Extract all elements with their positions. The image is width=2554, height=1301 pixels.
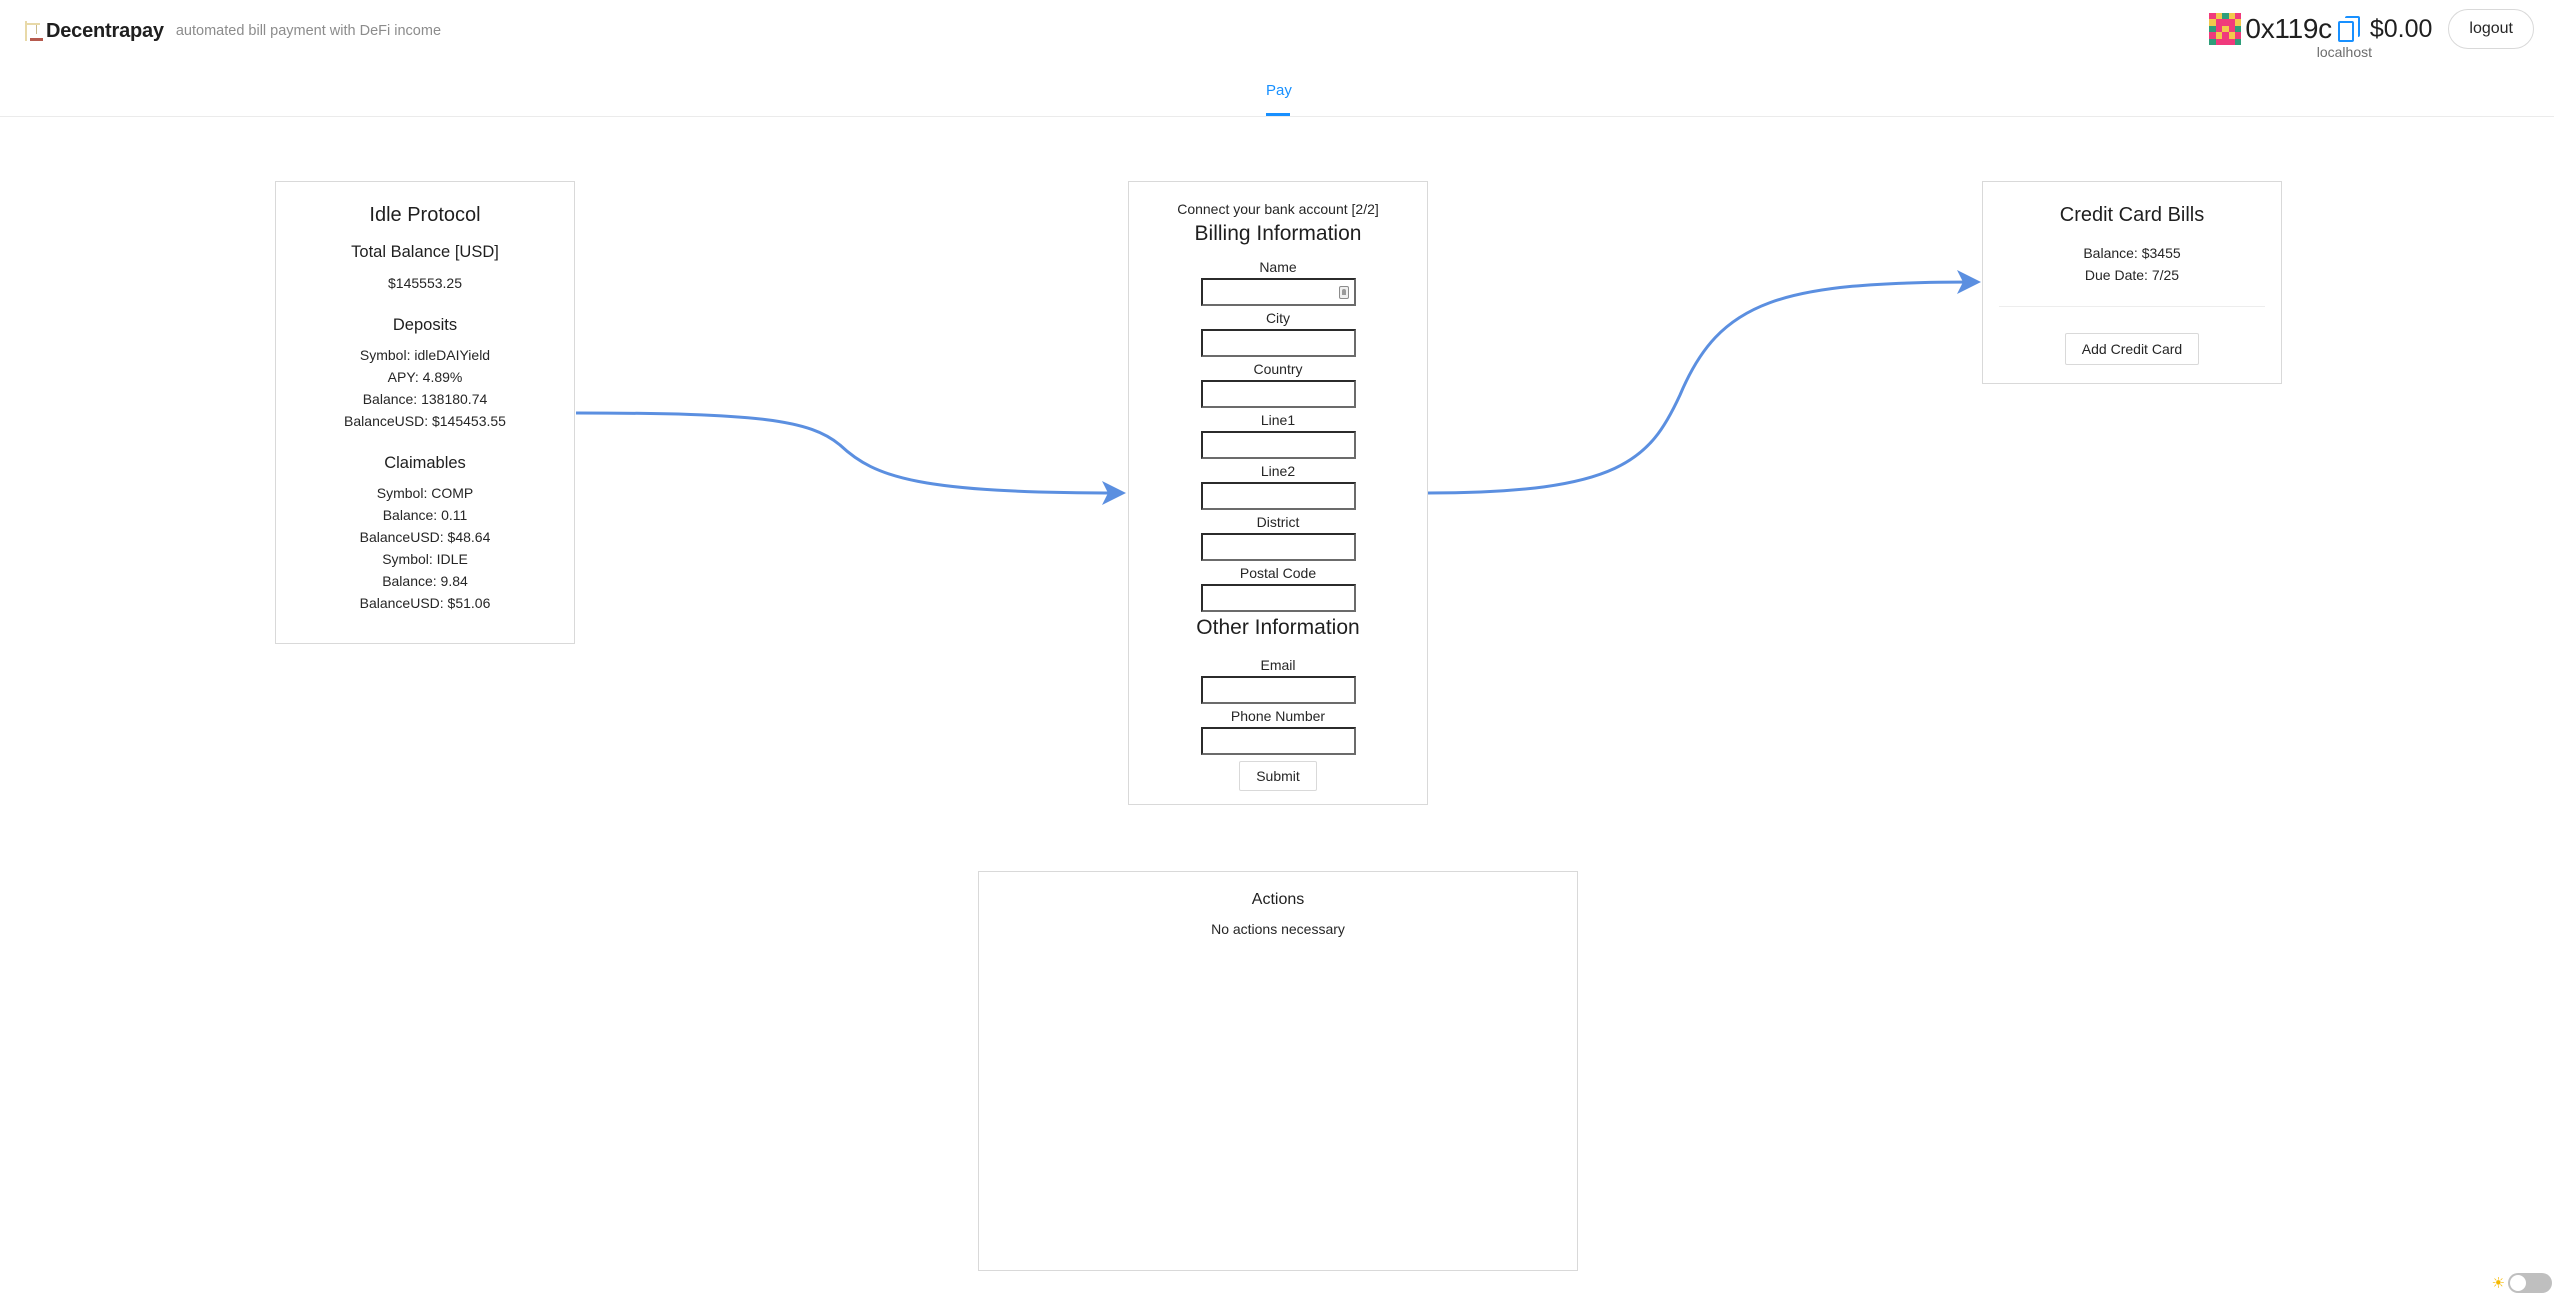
field-city: City bbox=[1129, 310, 1427, 357]
field-line2: Line2 bbox=[1129, 463, 1427, 510]
blockie-avatar-icon[interactable] bbox=[2209, 13, 2242, 45]
email-input[interactable] bbox=[1200, 676, 1356, 704]
brand-tagline: automated bill payment with DeFi income bbox=[175, 23, 442, 39]
phone-label: Phone Number bbox=[1230, 708, 1326, 724]
deposit-symbol: Symbol: idleDAIYield bbox=[359, 347, 491, 363]
tab-pay[interactable]: Pay bbox=[1266, 82, 1292, 99]
district-input[interactable] bbox=[1200, 533, 1356, 561]
claimable-symbol: Symbol: IDLE bbox=[382, 551, 468, 567]
wallet-address[interactable]: 0x119c bbox=[2245, 13, 2332, 45]
phone-input[interactable] bbox=[1200, 727, 1356, 755]
logout-button[interactable]: logout bbox=[2448, 9, 2534, 49]
postal-code-input[interactable] bbox=[1200, 584, 1356, 612]
sun-icon: ☀ bbox=[2491, 1274, 2505, 1292]
line2-input[interactable] bbox=[1200, 482, 1356, 510]
name-input[interactable] bbox=[1200, 278, 1356, 306]
idle-protocol-card: Idle Protocol Total Balance [USD] $14555… bbox=[275, 181, 575, 644]
add-credit-card-button[interactable]: Add Credit Card bbox=[2064, 333, 2200, 365]
step-indicator: Connect your bank account [2/2] bbox=[1177, 201, 1379, 217]
field-email: Email bbox=[1129, 657, 1427, 704]
total-balance-value: $145553.25 bbox=[388, 275, 462, 291]
brand[interactable]: Decentrapay automated bill payment with … bbox=[22, 19, 441, 43]
field-country: Country bbox=[1129, 361, 1427, 408]
field-line1: Line1 bbox=[1129, 412, 1427, 459]
credit-card-bills-card: Credit Card Bills Balance: $3455 Due Dat… bbox=[1982, 181, 2282, 384]
idle-protocol-title: Idle Protocol bbox=[369, 204, 481, 226]
tab-active-indicator bbox=[1266, 113, 1290, 116]
flow-arrow-billing-to-credit bbox=[1427, 270, 1981, 495]
claimable-symbol: Symbol: COMP bbox=[376, 485, 474, 501]
actions-title: Actions bbox=[1251, 891, 1305, 908]
billing-information-title: Billing Information bbox=[1194, 222, 1362, 245]
credit-card-balance: Balance: $3455 bbox=[2083, 245, 2181, 261]
app-header: Decentrapay automated bill payment with … bbox=[0, 0, 2554, 64]
theme-toggle[interactable]: ☀ bbox=[2492, 1273, 2552, 1293]
deposit-balance: Balance: 138180.74 bbox=[362, 391, 488, 407]
email-label: Email bbox=[1260, 657, 1296, 673]
actions-card: Actions No actions necessary bbox=[978, 871, 1578, 1271]
field-phone: Phone Number bbox=[1129, 708, 1427, 755]
other-information-title: Other Information bbox=[1196, 616, 1360, 639]
deposits-title: Deposits bbox=[392, 316, 458, 334]
claimable-balance-usd: BalanceUSD: $51.06 bbox=[359, 595, 491, 611]
line1-input[interactable] bbox=[1200, 431, 1356, 459]
billing-form-card: Connect your bank account [2/2] Billing … bbox=[1128, 181, 1428, 805]
network-label: localhost bbox=[2316, 44, 2372, 60]
total-balance-title: Total Balance [USD] bbox=[351, 243, 499, 261]
claimables-title: Claimables bbox=[384, 454, 466, 472]
crane-logo-icon bbox=[22, 19, 44, 43]
city-label: City bbox=[1265, 310, 1291, 326]
wallet-balance: $0.00 bbox=[2369, 14, 2433, 43]
line2-label: Line2 bbox=[1260, 463, 1296, 479]
line1-label: Line1 bbox=[1260, 412, 1296, 428]
divider bbox=[1999, 306, 2265, 307]
flow-arrow-idle-to-billing bbox=[575, 411, 1126, 505]
city-input[interactable] bbox=[1200, 329, 1356, 357]
name-label: Name bbox=[1259, 259, 1297, 275]
copy-icon[interactable] bbox=[2337, 16, 2360, 42]
field-district: District bbox=[1129, 514, 1427, 561]
credit-card-title: Credit Card Bills bbox=[2059, 204, 2205, 226]
country-label: Country bbox=[1253, 361, 1303, 377]
claimable-balance: Balance: 9.84 bbox=[382, 573, 468, 589]
district-label: District bbox=[1256, 514, 1300, 530]
brand-name: Decentrapay bbox=[46, 19, 164, 42]
credit-card-due-date: Due Date: 7/25 bbox=[2084, 267, 2180, 283]
deposit-apy: APY: 4.89% bbox=[387, 369, 463, 385]
theme-switch[interactable] bbox=[2508, 1273, 2552, 1293]
country-input[interactable] bbox=[1200, 380, 1356, 408]
field-postal-code: Postal Code bbox=[1129, 565, 1427, 612]
claimables-list: Symbol: COMP Balance: 0.11 BalanceUSD: $… bbox=[276, 482, 574, 614]
contact-card-icon[interactable] bbox=[1338, 286, 1349, 299]
switch-knob bbox=[2510, 1275, 2526, 1291]
claimable-balance-usd: BalanceUSD: $48.64 bbox=[359, 529, 491, 545]
claimable-balance: Balance: 0.11 bbox=[382, 507, 468, 523]
deposit-balance-usd: BalanceUSD: $145453.55 bbox=[344, 413, 506, 429]
postal-code-label: Postal Code bbox=[1239, 565, 1317, 581]
field-name: Name bbox=[1129, 259, 1427, 306]
deposits-list: Symbol: idleDAIYield APY: 4.89% Balance:… bbox=[276, 344, 574, 432]
actions-message: No actions necessary bbox=[1211, 921, 1345, 937]
submit-button[interactable]: Submit bbox=[1239, 761, 1317, 791]
account-area: 0x119c $0.00 logout bbox=[2209, 9, 2534, 49]
tab-bar: Pay bbox=[0, 64, 2554, 117]
